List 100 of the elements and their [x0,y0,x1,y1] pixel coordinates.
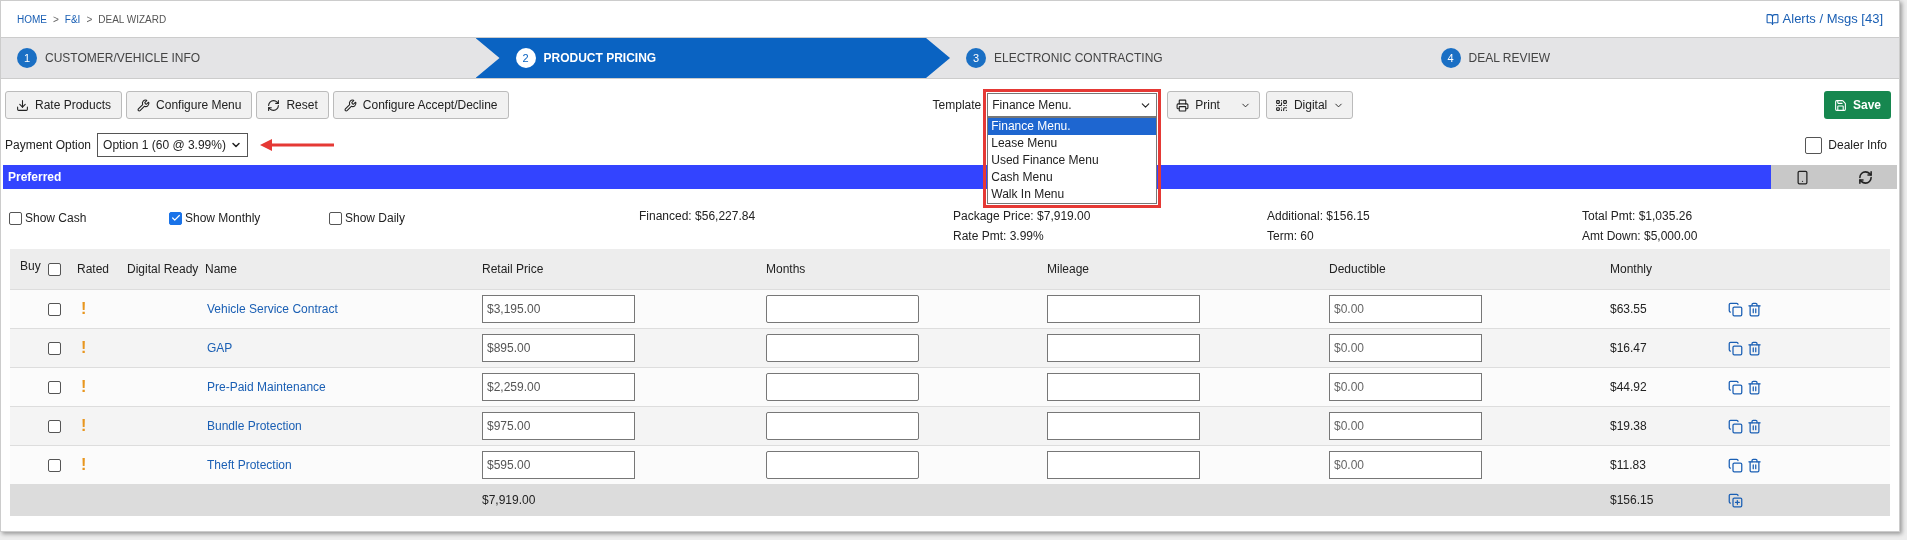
rated-mark: ! [80,338,88,358]
delete-icon[interactable] [1747,379,1762,395]
wizard-step[interactable]: 1 CUSTOMER/VEHICLE INFO [1,38,476,78]
phone-icon[interactable] [1795,169,1810,185]
breadcrumb-separator: > [53,12,59,27]
copy-icon[interactable] [1728,301,1743,317]
months-field[interactable] [766,334,919,362]
payment-option-select[interactable]: Option 1 (60 @ 3.99%) [97,133,248,157]
toolbar-button[interactable]: Configure Accept/Decline [332,91,509,119]
wrench-icon [137,98,151,112]
product-link[interactable]: Pre-Paid Maintenance [207,380,326,394]
digital-button[interactable]: Digital [1265,91,1354,119]
deductible-field[interactable]: $0.00 [1329,334,1482,362]
mileage-field[interactable] [1047,451,1200,479]
print-button[interactable]: Print [1167,91,1260,119]
toolbar-button[interactable]: Reset [256,91,329,119]
copy-icon[interactable] [1728,340,1743,356]
summary-value: Amt Down: $5,000.00 [1582,229,1698,243]
product-link[interactable]: GAP [207,341,233,355]
printer-icon [1176,98,1190,112]
copy-icon[interactable] [1728,379,1743,395]
dealer-info-toggle[interactable]: Dealer Info [1805,136,1887,154]
retail-price-field[interactable]: $895.00 [482,334,635,362]
refresh-icon [267,98,281,112]
retail-price-field[interactable]: $975.00 [482,412,635,440]
delete-icon[interactable] [1747,340,1762,356]
summary-value: Financed: $56,227.84 [639,209,756,223]
wizard-step[interactable]: 4 DEAL REVIEW [1424,38,1899,78]
dropdown-option[interactable]: Walk In Menu [988,186,1157,203]
refresh-icon[interactable] [1858,169,1873,185]
retail-price-field[interactable]: $595.00 [482,451,635,479]
step-number: 1 [17,48,37,68]
checkbox[interactable] [48,262,61,276]
checkbox[interactable] [48,341,61,355]
dropdown-option[interactable]: Finance Menu. [988,118,1157,135]
checkbox[interactable] [169,211,182,225]
download-icon [16,98,29,112]
deductible-field[interactable]: $0.00 [1329,451,1482,479]
checkbox[interactable] [1805,136,1823,154]
payment-option-label: Payment Option [5,137,92,154]
step-number: 4 [1440,48,1461,68]
dropdown-option[interactable]: Used Finance Menu [988,152,1157,169]
summary-value: Total Pmt: $1,035.26 [1582,209,1693,223]
template-select[interactable]: Finance Menu. [987,93,1158,117]
copy-plus-icon[interactable] [1728,492,1743,508]
rated-mark: ! [80,455,88,475]
checkbox[interactable] [48,380,61,394]
mileage-field[interactable] [1047,373,1200,401]
delete-icon[interactable] [1747,457,1762,473]
delete-icon[interactable] [1747,301,1762,317]
months-field[interactable] [766,412,919,440]
deductible-field[interactable]: $0.00 [1329,373,1482,401]
display-toggle[interactable]: Show Monthly [169,209,329,227]
monthly-amount: $19.38 [1610,419,1647,433]
rated-mark: ! [80,377,88,397]
breadcrumb-link[interactable]: HOME [17,11,47,27]
wizard-step[interactable]: 3 ELECTRONIC CONTRACTING [950,38,1425,78]
deductible-field[interactable]: $0.00 [1329,412,1482,440]
months-field[interactable] [766,295,919,323]
display-toggle[interactable]: Show Cash [9,209,169,227]
step-number: 2 [515,48,536,68]
toolbar-button[interactable]: Configure Menu [126,91,253,119]
total-monthly: $156.15 [1610,493,1654,507]
copy-icon[interactable] [1728,418,1743,434]
product-link[interactable]: Theft Protection [207,458,292,472]
column-header: Rated [77,262,110,276]
checkbox[interactable] [48,458,61,472]
summary-value: Term: 60 [1267,229,1314,243]
summary-value: Rate Pmt: 3.99% [953,229,1044,243]
save-button[interactable]: Save [1823,91,1891,119]
product-link[interactable]: Vehicle Service Contract [207,302,338,316]
checkbox[interactable] [9,211,22,225]
monthly-amount: $11.83 [1610,458,1646,472]
alerts-link[interactable]: Alerts / Msgs [43] [1765,9,1883,29]
mileage-field[interactable] [1047,412,1200,440]
mileage-field[interactable] [1047,295,1200,323]
summary-value: Package Price: $7,919.00 [953,209,1091,223]
column-header: Monthly [1610,262,1653,276]
months-field[interactable] [766,373,919,401]
column-header: Digital Ready [127,262,199,276]
delete-icon[interactable] [1747,418,1762,434]
checkbox[interactable] [48,302,61,316]
retail-price-field[interactable]: $3,195.00 [482,295,635,323]
copy-icon[interactable] [1728,457,1743,473]
summary-value: Additional: $156.15 [1267,209,1370,223]
months-field[interactable] [766,451,919,479]
checkbox[interactable] [48,419,61,433]
toolbar-button[interactable]: Rate Products [5,91,123,119]
breadcrumb-link[interactable]: F&I [64,11,81,27]
qr-code-icon [1274,98,1288,112]
wizard-step[interactable]: 2 PRODUCT PRICING [475,38,950,78]
product-link[interactable]: Bundle Protection [207,419,302,433]
arrow-icon [259,138,336,152]
display-toggle[interactable]: Show Daily [329,209,489,227]
checkbox[interactable] [329,211,342,225]
mileage-field[interactable] [1047,334,1200,362]
deductible-field[interactable]: $0.00 [1329,295,1482,323]
retail-price-field[interactable]: $2,259.00 [482,373,635,401]
dropdown-option[interactable]: Cash Menu [988,169,1157,186]
dropdown-option[interactable]: Lease Menu [988,135,1157,152]
